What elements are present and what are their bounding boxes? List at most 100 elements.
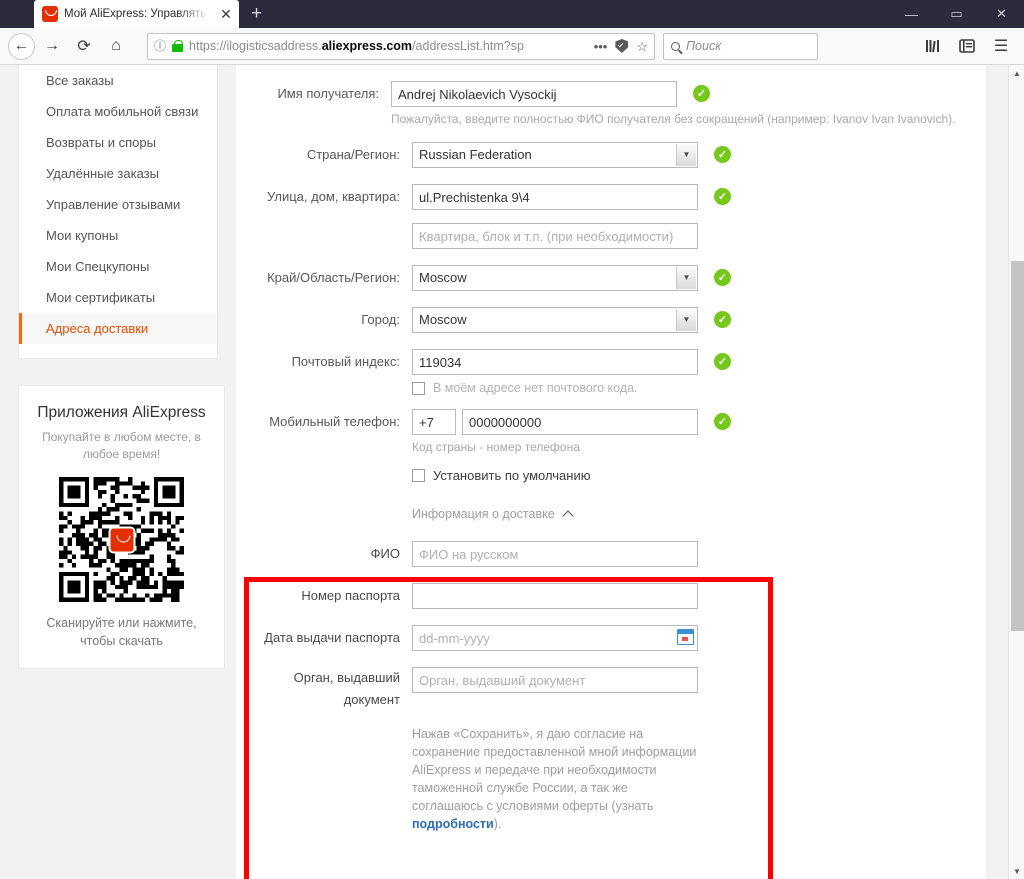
sidebar-item-3[interactable]: Удалённые заказы: [19, 158, 217, 189]
sidebar-item-5[interactable]: Мои купоны: [19, 220, 217, 251]
fio-input[interactable]: [412, 541, 698, 567]
recipient-input[interactable]: [391, 81, 677, 107]
qr-code[interactable]: [59, 477, 184, 602]
field-row-default: Установить по умолчанию: [236, 454, 986, 483]
page-scrollbar[interactable]: ▲ ▼: [1008, 65, 1024, 879]
passport-date-label: Дата выдачи паспорта: [264, 630, 400, 645]
browser-tab[interactable]: Мой AliExpress: Управлять зак ✕: [34, 0, 239, 28]
sidebar-item-6[interactable]: Мои Спецкупоны: [19, 251, 217, 282]
sidebar-item-0[interactable]: Все заказы: [19, 65, 217, 96]
region-field: Moscow ▼ ✓: [412, 265, 731, 291]
city-label: Город:: [361, 312, 400, 327]
passport-number-input[interactable]: [412, 583, 698, 609]
default-address-row[interactable]: Установить по умолчанию: [412, 468, 590, 483]
calendar-icon[interactable]: [677, 629, 694, 645]
field-row-phone: Мобильный телефон: ✓ Код страны - номер …: [236, 395, 986, 454]
no-postcode-label: В моём адресе нет почтового кода.: [433, 381, 638, 395]
address-bar[interactable]: ⓘ https://ilogisticsaddress.aliexpress.c…: [147, 32, 655, 60]
apartment-field: [412, 223, 698, 249]
scrollbar-thumb[interactable]: [1011, 261, 1024, 631]
scroll-up-arrow[interactable]: ▲: [1009, 65, 1024, 81]
forward-button[interactable]: →: [37, 32, 67, 60]
search-placeholder: Поиск: [686, 39, 722, 53]
street-input[interactable]: [412, 184, 698, 210]
page-info-icon[interactable]: ⓘ: [154, 40, 166, 52]
postcode-valid-icon: ✓: [714, 353, 731, 370]
address-bar-actions: ••• ☆: [594, 39, 648, 53]
new-tab-button[interactable]: +: [251, 4, 262, 28]
no-postcode-row[interactable]: В моём адресе нет почтового кода.: [412, 381, 698, 395]
sidebar-item-4[interactable]: Управление отзывами: [19, 189, 217, 220]
recipient-field: ✓ Пожалуйста, введите полностью ФИО полу…: [391, 81, 986, 126]
browser-navbar: ← → ⟳ ⌂ ⓘ https://ilogisticsaddress.alie…: [0, 28, 1024, 65]
bookmark-star-icon[interactable]: ☆: [636, 40, 648, 53]
chevron-down-icon: ▼: [676, 144, 696, 166]
country-valid-icon: ✓: [714, 146, 731, 163]
consent-text-after: ).: [493, 817, 502, 831]
back-button[interactable]: ←: [8, 32, 35, 60]
phone-number-input[interactable]: [462, 409, 698, 435]
app-promo-subtitle: Покупайте в любом месте, в любое время!: [42, 430, 201, 461]
sidebar-item-8[interactable]: Адреса доставки: [19, 313, 217, 344]
issuing-authority-label: Орган, выдавший документ: [236, 667, 412, 711]
field-row-apartment: [236, 210, 986, 249]
library-icon[interactable]: [918, 32, 948, 60]
region-label: Край/Область/Регион:: [267, 270, 400, 285]
sidebar-item-7[interactable]: Мои сертификаты: [19, 282, 217, 313]
street-valid-icon: ✓: [714, 188, 731, 205]
sidebar-item-1[interactable]: Оплата мобильной связи: [19, 96, 217, 127]
reload-button[interactable]: ⟳: [69, 32, 99, 60]
default-address-checkbox[interactable]: [412, 469, 425, 482]
street-label: Улица, дом, квартира:: [266, 189, 400, 204]
left-column: Все заказы Оплата мобильной связи Возвраты…: [18, 65, 225, 669]
address-form-panel: Имя получателя: ✓ Пожалуйста, введите по…: [236, 65, 986, 879]
recipient-label: Имя получателя:: [277, 86, 379, 101]
minimize-button[interactable]: —: [889, 0, 934, 28]
sidebar-item-2[interactable]: Возвраты и споры: [19, 127, 217, 158]
phone-country-code-input[interactable]: [412, 409, 456, 435]
postcode-input[interactable]: [412, 349, 698, 375]
url-scheme: https://ilogisticsaddress.: [189, 39, 322, 53]
passport-date-field: [412, 625, 698, 651]
browser-search-box[interactable]: Поиск: [663, 32, 818, 60]
fio-label: ФИО: [370, 546, 400, 561]
passport-date-input[interactable]: [412, 625, 698, 651]
country-select[interactable]: Russian Federation ▼: [412, 142, 698, 168]
browser-chrome: Мой AliExpress: Управлять зак ✕ + — ▭ ✕ …: [0, 0, 1024, 65]
field-row-country: Страна/Регион: Russian Federation ▼ ✓: [236, 126, 986, 168]
issuing-authority-label-line2: документ: [343, 692, 400, 707]
hamburger-menu-icon[interactable]: ☰: [986, 32, 1016, 60]
delivery-info-toggle[interactable]: Информация о доставке: [412, 507, 574, 522]
passport-number-label: Номер паспорта: [301, 588, 400, 603]
sidebar-glyph: [959, 39, 975, 53]
home-button[interactable]: ⌂: [101, 32, 131, 60]
shield-icon[interactable]: [615, 39, 629, 53]
delivery-info-section: Информация о доставке ФИО Номер паспорта: [236, 483, 986, 833]
passport-number-field: [412, 583, 698, 609]
phone-field: ✓ Код страны - номер телефона: [412, 409, 731, 454]
sidebar-icon[interactable]: [952, 32, 982, 60]
aliexpress-favicon-icon: [42, 6, 58, 22]
consent-details-link[interactable]: подробности: [412, 817, 494, 831]
country-value: Russian Federation: [419, 147, 532, 162]
postcode-field: ✓ В моём адресе нет почтового кода.: [412, 349, 731, 395]
phone-hint: Код страны - номер телефона: [412, 440, 580, 454]
page-viewport: Все заказы Оплата мобильной связи Возвраты…: [0, 65, 1024, 879]
apartment-input[interactable]: [412, 223, 698, 249]
scroll-down-arrow[interactable]: ▼: [1009, 863, 1024, 879]
close-tab-icon[interactable]: ✕: [219, 7, 233, 21]
postcode-label: Почтовый индекс:: [291, 354, 400, 369]
maximize-button[interactable]: ▭: [934, 0, 979, 28]
close-window-button[interactable]: ✕: [979, 0, 1024, 28]
page-actions-icon[interactable]: •••: [594, 40, 608, 53]
delivery-info-title: Информация о доставке: [412, 507, 555, 521]
chevron-down-icon: ▼: [676, 267, 696, 289]
region-valid-icon: ✓: [714, 269, 731, 286]
region-select[interactable]: Moscow ▼: [412, 265, 698, 291]
city-select[interactable]: Moscow ▼: [412, 307, 698, 333]
phone-label: Мобильный телефон:: [269, 414, 400, 429]
field-row-region: Край/Область/Регион: Moscow ▼ ✓: [236, 249, 986, 291]
issuing-authority-input[interactable]: [412, 667, 698, 693]
no-postcode-checkbox[interactable]: [412, 381, 425, 395]
recipient-hint: Пожалуйста, введите полностью ФИО получа…: [391, 112, 956, 126]
